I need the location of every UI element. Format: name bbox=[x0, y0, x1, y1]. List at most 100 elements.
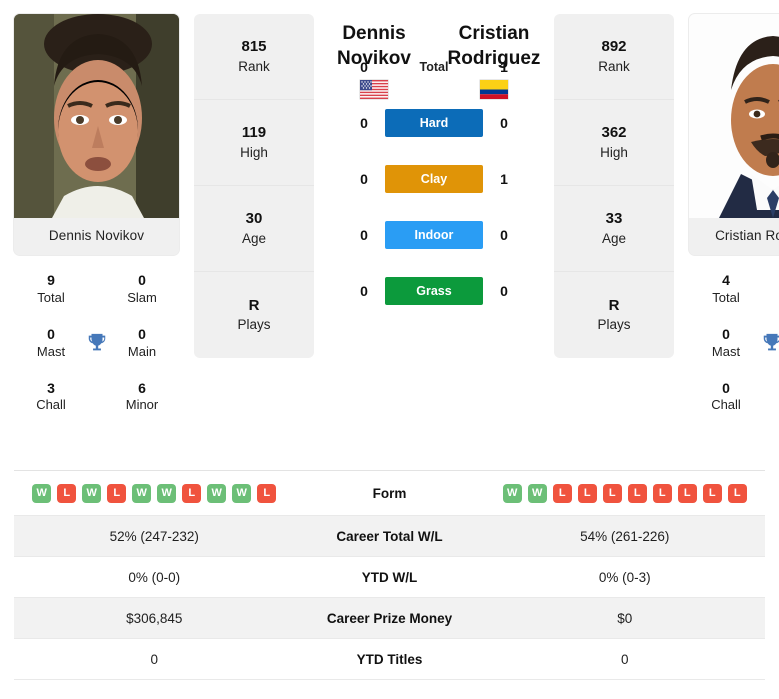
h2h-hard-right-score: 0 bbox=[500, 115, 508, 132]
left-career-total-wl: 52% (247-232) bbox=[109, 528, 199, 544]
right-form-badge-3[interactable]: L bbox=[577, 483, 597, 503]
left-info-high: 119 High bbox=[194, 100, 314, 186]
right-player-photo bbox=[689, 14, 779, 218]
h2h-hard-badge[interactable]: Hard bbox=[385, 109, 483, 138]
right-form-badge-7[interactable]: L bbox=[677, 483, 697, 503]
right-form-badge-6[interactable]: L bbox=[652, 483, 672, 503]
left-form-cell: WLWLWWLWWL bbox=[14, 483, 295, 503]
right-info-age: 33 Age bbox=[554, 186, 674, 272]
right-info-rank: 892 Rank bbox=[554, 14, 674, 100]
left-titles-chall: 3 Chall bbox=[20, 379, 82, 415]
left-titles-slam: 0 Slam bbox=[111, 271, 173, 307]
right-form-badge-1[interactable]: W bbox=[527, 483, 547, 503]
right-form-strip: WWLLLLLLLL bbox=[502, 483, 747, 503]
left-player-info-card: 815 Rank 119 High 30 Age R Plays bbox=[194, 14, 314, 358]
left-titles-minor: 6 Minor bbox=[111, 379, 173, 415]
h2h-hard-left-score: 0 bbox=[360, 115, 368, 132]
right-form-badge-4[interactable]: L bbox=[602, 483, 622, 503]
right-titles-chall: 0 Chall bbox=[695, 379, 757, 415]
left-ytd-wl: 0% (0-0) bbox=[128, 569, 181, 585]
left-info-age: 30 Age bbox=[194, 186, 314, 272]
right-player-photo-column: Cristian Rodriguez 4 Total 0 Slam bbox=[689, 14, 779, 432]
left-form-badge-1[interactable]: L bbox=[57, 483, 77, 503]
right-info-plays-value: R bbox=[608, 296, 620, 314]
left-player-titles-stats: 9 Total 0 Slam 0 Mast 0 Main 3 Chall 6 M… bbox=[14, 271, 179, 414]
h2h-row-grass: 0 Grass 0 bbox=[354, 277, 514, 306]
right-titles-total: 4 Total bbox=[695, 271, 757, 307]
right-form-badge-2[interactable]: L bbox=[552, 483, 572, 503]
h2h-indoor-right-score: 0 bbox=[500, 227, 508, 244]
left-career-prize-money: $306,845 bbox=[126, 610, 183, 626]
right-info-high-label: High bbox=[600, 144, 628, 160]
right-titles-mast-value: 0 bbox=[722, 325, 730, 342]
right-titles-mast: 0 Mast bbox=[695, 325, 757, 361]
left-form-badge-5[interactable]: W bbox=[157, 483, 177, 503]
left-titles-mast-value: 0 bbox=[47, 325, 55, 342]
stat-row-form: WLWLWWLWWL Form WWLLLLLLLL bbox=[14, 471, 765, 516]
right-form-badge-9[interactable]: L bbox=[727, 483, 747, 503]
right-career-prize-money: $0 bbox=[617, 610, 633, 626]
stat-row-ytd-wl: 0% (0-0) YTD W/L 0% (0-3) bbox=[14, 557, 765, 598]
right-form-cell: WWLLLLLLLL bbox=[485, 483, 766, 503]
left-titles-minor-value: 6 bbox=[138, 379, 146, 396]
right-info-high: 362 High bbox=[554, 100, 674, 186]
left-info-rank-label: Rank bbox=[238, 58, 270, 74]
left-titles-row-2: 0 Mast 0 Main bbox=[14, 325, 179, 361]
trophy-icon bbox=[84, 332, 110, 354]
left-titles-slam-label: Slam bbox=[127, 289, 157, 305]
left-form-badge-7[interactable]: W bbox=[207, 483, 227, 503]
left-form-badge-6[interactable]: L bbox=[182, 483, 202, 503]
left-form-badge-3[interactable]: L bbox=[107, 483, 127, 503]
left-info-high-label: High bbox=[240, 144, 268, 160]
stat-row-career-prize-money: $306,845 Career Prize Money $0 bbox=[14, 598, 765, 639]
right-form-badge-8[interactable]: L bbox=[702, 483, 722, 503]
stat-label-career-prize-money: Career Prize Money bbox=[326, 610, 453, 626]
left-titles-total: 9 Total bbox=[20, 271, 82, 307]
right-titles-total-label: Total bbox=[712, 289, 740, 305]
right-titles-row-3: 0 Chall 4 Minor bbox=[689, 379, 779, 415]
left-form-badge-2[interactable]: W bbox=[82, 483, 102, 503]
h2h-grass-badge[interactable]: Grass bbox=[385, 277, 483, 306]
left-info-plays-label: Plays bbox=[237, 317, 271, 333]
right-info-age-label: Age bbox=[601, 230, 627, 246]
h2h-row-clay: 0 Clay 1 bbox=[354, 165, 514, 194]
right-form-badge-0[interactable]: W bbox=[502, 483, 522, 503]
right-form-badge-5[interactable]: L bbox=[627, 483, 647, 503]
right-player-photo-caption: Cristian Rodriguez bbox=[689, 218, 779, 255]
left-player-photo-caption: Dennis Novikov bbox=[14, 218, 179, 255]
h2h-row-total: 0 Total 1 bbox=[354, 53, 514, 81]
right-titles-chall-label: Chall bbox=[711, 397, 741, 413]
left-player-photo-card[interactable]: Dennis Novikov bbox=[14, 14, 179, 255]
h2h-clay-badge[interactable]: Clay bbox=[385, 165, 483, 194]
left-form-badge-9[interactable]: L bbox=[257, 483, 277, 503]
right-info-plays-label: Plays bbox=[597, 317, 631, 333]
left-titles-main-value: 0 bbox=[138, 325, 146, 342]
h2h-row-indoor: 0 Indoor 0 bbox=[354, 221, 514, 250]
left-info-plays-value: R bbox=[248, 296, 260, 314]
h2h-total-left-score: 0 bbox=[360, 59, 368, 76]
stat-label-form: Form bbox=[372, 485, 407, 501]
stat-label-career-total-wl: Career Total W/L bbox=[336, 528, 443, 544]
h2h-total-label: Total bbox=[419, 60, 449, 75]
right-ytd-wl: 0% (0-3) bbox=[598, 569, 651, 585]
left-titles-main-label: Main bbox=[127, 343, 157, 359]
left-info-age-label: Age bbox=[241, 230, 267, 246]
left-form-badge-8[interactable]: W bbox=[232, 483, 252, 503]
right-titles-chall-value: 0 bbox=[722, 379, 730, 396]
right-career-total-wl: 54% (261-226) bbox=[580, 528, 670, 544]
left-titles-minor-label: Minor bbox=[125, 397, 159, 413]
left-titles-chall-label: Chall bbox=[36, 397, 66, 413]
left-titles-total-label: Total bbox=[37, 289, 65, 305]
left-player-photo-column: Dennis Novikov 9 Total 0 Slam 0 Mast 0 M… bbox=[14, 14, 179, 432]
h2h-indoor-badge[interactable]: Indoor bbox=[385, 221, 483, 250]
stat-label-ytd-titles: YTD Titles bbox=[356, 651, 423, 667]
right-player-photo-card[interactable]: Cristian Rodriguez bbox=[689, 14, 779, 255]
comparison-stat-table: WLWLWWLWWL Form WWLLLLLLLL 52% (247-232)… bbox=[14, 470, 765, 680]
head-to-head-panel: Dennis Novikov Cristian Rodriguez 0 Tota… bbox=[314, 14, 554, 306]
left-form-badge-0[interactable]: W bbox=[32, 483, 52, 503]
left-player-info-column: 815 Rank 119 High 30 Age R Plays bbox=[194, 14, 314, 358]
right-info-rank-label: Rank bbox=[598, 58, 630, 74]
left-form-badge-4[interactable]: W bbox=[132, 483, 152, 503]
left-form-strip: WLWLWWLWWL bbox=[32, 483, 277, 503]
h2h-grass-right-score: 0 bbox=[500, 283, 508, 300]
